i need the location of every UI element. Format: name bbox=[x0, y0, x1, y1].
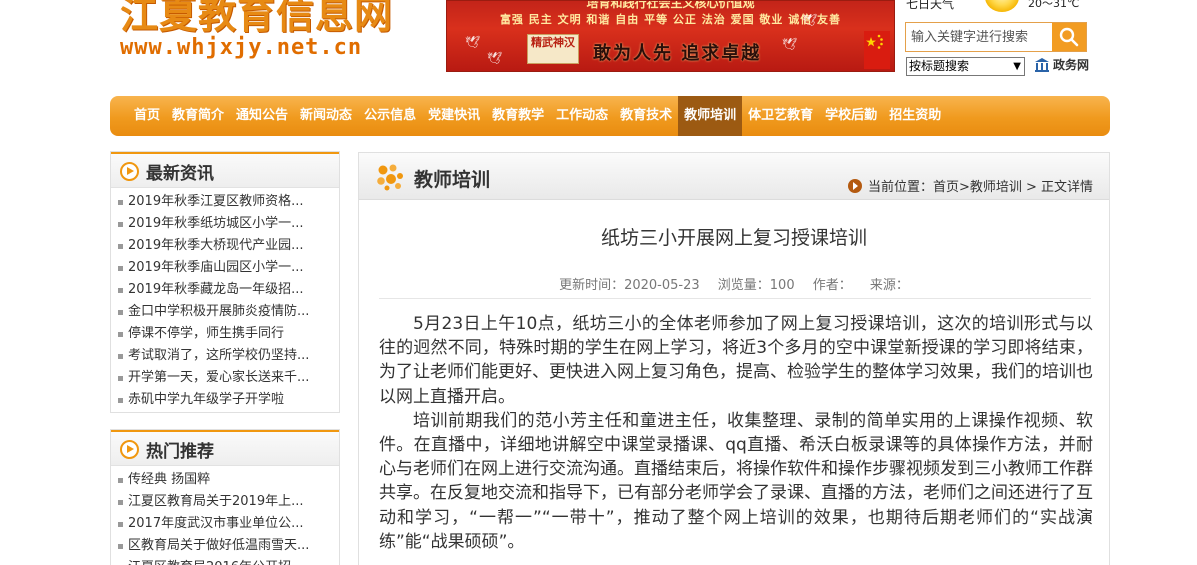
dove-icon: 🕊 bbox=[487, 51, 503, 65]
latest-news-panel: 最新资讯 2019年秋季江夏区教师资格... 2019年秋季纸坊城区小学一...… bbox=[110, 151, 340, 413]
article-meta: 更新时间：2020-05-23 浏览量：100 作者： 来源： bbox=[359, 274, 1109, 293]
list-item[interactable]: 2019年秋季庙山园区小学一... bbox=[111, 257, 339, 279]
search-input[interactable] bbox=[906, 23, 1053, 51]
sun-icon bbox=[985, 0, 1019, 12]
dove-icon: 🕊 bbox=[782, 37, 798, 51]
header-banner: 培育和践行社会主义核心价值观 富强 民主 文明 和谐 自由 平等 公正 法治 爱… bbox=[446, 0, 895, 72]
article-source: 来源： bbox=[869, 278, 909, 293]
main-nav: 首页 教育简介 通知公告 新闻动态 公示信息 党建快讯 教育教学 工作动态 教育… bbox=[110, 96, 1110, 136]
list-item[interactable]: 传经典 扬国粹 bbox=[111, 469, 339, 491]
nav-item-logistics[interactable]: 学校后勤 bbox=[819, 96, 883, 136]
list-item[interactable]: 2019年秋季纸坊城区小学一... bbox=[111, 213, 339, 235]
list-item[interactable]: 2019年秋季大桥现代产业园... bbox=[111, 235, 339, 257]
flag-icon bbox=[864, 31, 890, 69]
nav-item-edu-tech[interactable]: 教育技术 bbox=[614, 96, 678, 136]
nav-item-teacher-training[interactable]: 教师培训 bbox=[678, 96, 743, 136]
banner-seal: 精武神汉 bbox=[527, 34, 579, 64]
article-title: 纸坊三小开展网上复习授课培训 bbox=[600, 227, 867, 249]
nav-item-public-info[interactable]: 公示信息 bbox=[358, 96, 422, 136]
article-views: 浏览量：100 bbox=[717, 278, 795, 293]
arrow-right-icon bbox=[847, 179, 862, 193]
hot-recommend-panel: 热门推荐 传经典 扬国粹 江夏区教育局关于2019年上... 2017年度武汉市… bbox=[110, 429, 340, 565]
weather-widget[interactable]: 七日天气 20～31℃ bbox=[906, 0, 1079, 12]
logo-text-cn: 江夏教育信息网 bbox=[120, 0, 394, 37]
list-item[interactable]: 停课不停学，师生携手同行 bbox=[111, 323, 339, 345]
list-item[interactable]: 江夏区教育局2016年公开招... bbox=[111, 557, 339, 565]
logo-text-en: www.whjxjy.net.cn bbox=[120, 35, 363, 60]
list-item[interactable]: 赤矶中学九年级学子开学啦 bbox=[111, 389, 339, 411]
article-body: 5月23日上午10点，纸坊三小的全体老师参加了网上复习授课培训，这次的培训形式与… bbox=[379, 312, 1093, 554]
article-author: 作者： bbox=[812, 278, 852, 293]
weather-temp: 20～31℃ bbox=[1028, 0, 1080, 10]
divider bbox=[379, 298, 1091, 299]
list-item[interactable]: 开学第一天，爱心家长送来千... bbox=[111, 367, 339, 389]
banner-core-values-title: 培育和践行社会主义核心价值观 bbox=[586, 0, 755, 10]
article-panel: 教师培训 当前位置：首页>教师培训 > 正文详情 纸坊三小开展网上复习授课培训 … bbox=[358, 152, 1110, 565]
hot-recommend-title: 热门推荐 bbox=[146, 442, 214, 462]
nav-item-sports-arts[interactable]: 体卫艺教育 bbox=[742, 96, 819, 136]
gov-link-label: 政务网 bbox=[1053, 58, 1090, 72]
weather-label: 七日天气 bbox=[906, 0, 955, 11]
nav-item-home[interactable]: 首页 bbox=[128, 96, 166, 136]
hot-recommend-header: 热门推荐 bbox=[111, 430, 339, 466]
search-mode-value: 按标题搜索 bbox=[909, 59, 970, 73]
list-item[interactable]: 2019年秋季藏龙岛一年级招... bbox=[111, 279, 339, 301]
article-paragraph: 5月23日上午10点，纸坊三小的全体老师参加了网上复习授课培训，这次的培训形式与… bbox=[379, 314, 1093, 407]
breadcrumb-text[interactable]: 当前位置：首页>教师培训 > 正文详情 bbox=[868, 180, 1093, 195]
site-logo[interactable]: 江夏教育信息网 www.whjxjy.net.cn bbox=[120, 0, 430, 72]
government-building-icon bbox=[1035, 58, 1049, 72]
nav-item-work-updates[interactable]: 工作动态 bbox=[550, 96, 614, 136]
latest-news-header: 最新资讯 bbox=[111, 152, 339, 188]
list-item[interactable]: 区教育局关于做好低温雨雪天... bbox=[111, 535, 339, 557]
gov-link[interactable]: 政务网 bbox=[1034, 56, 1089, 73]
article-panel-header: 教师培训 当前位置：首页>教师培训 > 正文详情 bbox=[359, 153, 1109, 200]
dove-icon: 🕊 bbox=[802, 13, 818, 27]
list-item[interactable]: 2017年度武汉市事业单位公... bbox=[111, 513, 339, 535]
search-icon bbox=[1059, 27, 1079, 47]
search-box bbox=[905, 22, 1087, 52]
banner-core-values: 富强 民主 文明 和谐 自由 平等 公正 法治 爱国 敬业 诚信 友善 bbox=[499, 13, 842, 26]
nav-item-notices[interactable]: 通知公告 bbox=[230, 96, 294, 136]
breadcrumb: 当前位置：首页>教师培训 > 正文详情 bbox=[847, 176, 1093, 195]
hot-recommend-list: 传经典 扬国粹 江夏区教育局关于2019年上... 2017年度武汉市事业单位公… bbox=[111, 466, 339, 565]
nav-item-party-news[interactable]: 党建快讯 bbox=[422, 96, 486, 136]
article-paragraph: 培训前期我们的范小芳主任和童进主任，收集整理、录制的简单实用的上课操作视频、软件… bbox=[379, 410, 1093, 552]
chevron-down-icon: ▼ bbox=[1013, 61, 1021, 72]
article-updated: 更新时间：2020-05-23 bbox=[559, 278, 700, 293]
play-circle-icon bbox=[120, 162, 139, 181]
list-item[interactable]: 金口中学积极开展肺炎疫情防... bbox=[111, 301, 339, 323]
list-item[interactable]: 考试取消了，这所学校仍坚持... bbox=[111, 345, 339, 367]
dove-icon: 🕊 bbox=[465, 35, 481, 49]
nav-item-enrollment-aid[interactable]: 招生资助 bbox=[883, 96, 947, 136]
latest-news-title: 最新资讯 bbox=[146, 164, 214, 184]
nav-item-education-intro[interactable]: 教育简介 bbox=[166, 96, 230, 136]
flower-icon bbox=[377, 164, 403, 191]
search-mode-select[interactable]: 按标题搜索 ▼ bbox=[906, 57, 1025, 76]
banner-slogan: 敢为人先 追求卓越 bbox=[593, 43, 762, 64]
list-item[interactable]: 2019年秋季江夏区教师资格... bbox=[111, 191, 339, 213]
search-button[interactable] bbox=[1052, 23, 1086, 51]
list-item[interactable]: 江夏区教育局关于2019年上... bbox=[111, 491, 339, 513]
play-circle-icon bbox=[120, 440, 139, 459]
nav-item-teaching[interactable]: 教育教学 bbox=[486, 96, 550, 136]
nav-item-news[interactable]: 新闻动态 bbox=[294, 96, 358, 136]
latest-news-list: 2019年秋季江夏区教师资格... 2019年秋季纸坊城区小学一... 2019… bbox=[111, 188, 339, 411]
section-title: 教师培训 bbox=[414, 169, 491, 191]
